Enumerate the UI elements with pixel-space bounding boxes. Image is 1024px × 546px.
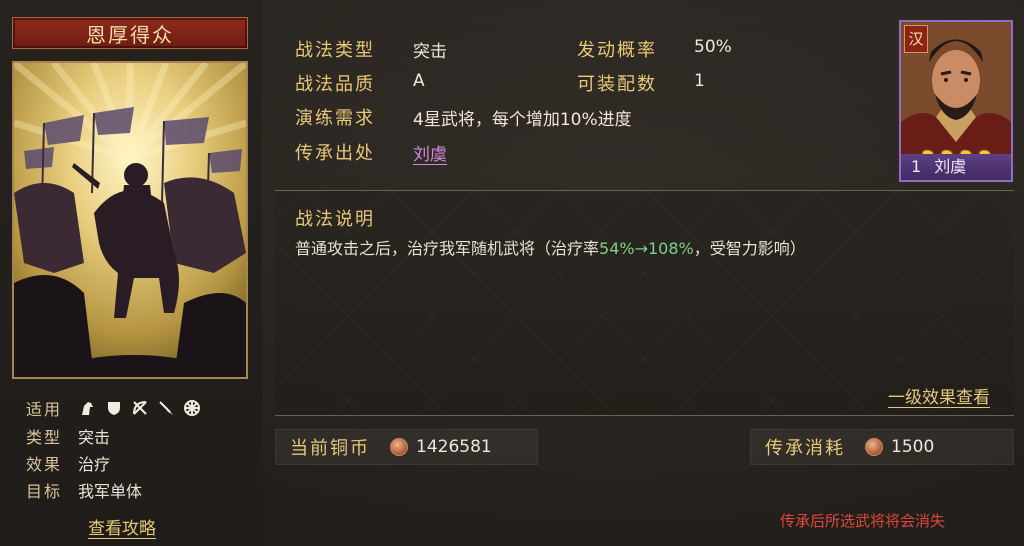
- skill-type-value: 突击: [413, 42, 447, 62]
- type-row: 类型 突击: [26, 424, 110, 448]
- skill-name-banner: 恩厚得众: [12, 17, 248, 49]
- effect-row: 效果 治疗: [26, 451, 110, 475]
- general-nameplate: 1 刘虞: [901, 154, 1011, 180]
- trigger-rate-label: 发动概率: [577, 40, 657, 61]
- inherit-cost-label: 传承消耗: [765, 438, 845, 459]
- effect-value: 治疗: [78, 455, 111, 474]
- skill-quality-label: 战法品质: [295, 74, 375, 95]
- skill-quality-value: A: [413, 71, 425, 91]
- equip-slots-value: 1: [694, 71, 705, 91]
- type-value: 突击: [78, 428, 111, 447]
- target-value: 我军单体: [78, 482, 143, 501]
- skill-inherit-screen: 恩厚得众 适用 类型 突击 效果 治疗 目标 我军单体 查看攻略 战法类型 突击…: [0, 0, 1024, 546]
- heal-rate-highlight: 54%→108%: [599, 239, 694, 258]
- description-text-after: ，受智力影响）: [693, 239, 806, 258]
- faction-badge: 汉: [904, 25, 928, 53]
- type-label: 类型: [26, 428, 63, 447]
- description-text-before: 普通攻击之后，治疗我军随机武将（治疗率: [295, 239, 600, 258]
- inherit-source-value: 刘虞: [413, 140, 447, 165]
- current-coins-box: 当前铜币 1426581: [275, 429, 538, 465]
- copper-coin-icon: [865, 438, 883, 456]
- trigger-rate-value: 50%: [694, 37, 732, 57]
- skill-illustration: [12, 61, 248, 379]
- inherit-source-general-link[interactable]: 刘虞: [413, 145, 447, 165]
- target-label: 目标: [26, 482, 63, 501]
- level-one-effect-link[interactable]: 一级效果查看: [888, 383, 990, 408]
- skill-card-panel: 恩厚得众 适用 类型 突击 效果 治疗 目标 我军单体 查看攻略: [0, 0, 262, 546]
- skill-type-label: 战法类型: [295, 40, 375, 61]
- copper-coin-icon: [390, 438, 408, 456]
- inherit-cost-value: 1500: [891, 437, 935, 457]
- bow-icon: [130, 398, 150, 418]
- general-level: 1: [911, 157, 922, 176]
- applicable-row: 适用: [26, 396, 202, 420]
- inherit-source-label: 传承出处: [295, 143, 375, 164]
- description-text: 普通攻击之后，治疗我军随机武将（治疗率54%→108%，受智力影响）: [295, 235, 806, 259]
- cavalry-icon: [78, 398, 98, 418]
- target-row: 目标 我军单体: [26, 478, 142, 502]
- skill-description-panel: 战法说明 普通攻击之后，治疗我军随机武将（治疗率54%→108%，受智力影响） …: [275, 190, 1014, 416]
- general-name: 刘虞: [934, 157, 967, 176]
- shield-icon: [104, 398, 124, 418]
- equip-slots-label: 可装配数: [577, 74, 657, 95]
- inherit-cost-box: 传承消耗 1500: [750, 429, 1014, 465]
- spear-icon: [156, 398, 176, 418]
- inherit-warning-text: 传承后所选武将将会消失: [780, 512, 946, 530]
- effect-label: 效果: [26, 455, 63, 474]
- current-coins-label: 当前铜币: [290, 438, 370, 459]
- training-requirement-value: 4星武将，每个增加10%进度: [413, 110, 632, 130]
- applicable-label: 适用: [26, 400, 63, 419]
- view-strategy-link[interactable]: 查看攻略: [88, 514, 156, 539]
- cavalry-charge-illustration: [14, 63, 246, 377]
- general-portrait-card[interactable]: 汉 1 刘虞: [899, 20, 1013, 182]
- training-requirement-label: 演练需求: [295, 108, 375, 129]
- skill-name: 恩厚得众: [86, 22, 174, 47]
- current-coins-value: 1426581: [416, 437, 492, 457]
- applicable-troop-icons: [78, 398, 202, 418]
- description-title: 战法说明: [295, 209, 375, 230]
- wheel-icon: [182, 398, 202, 418]
